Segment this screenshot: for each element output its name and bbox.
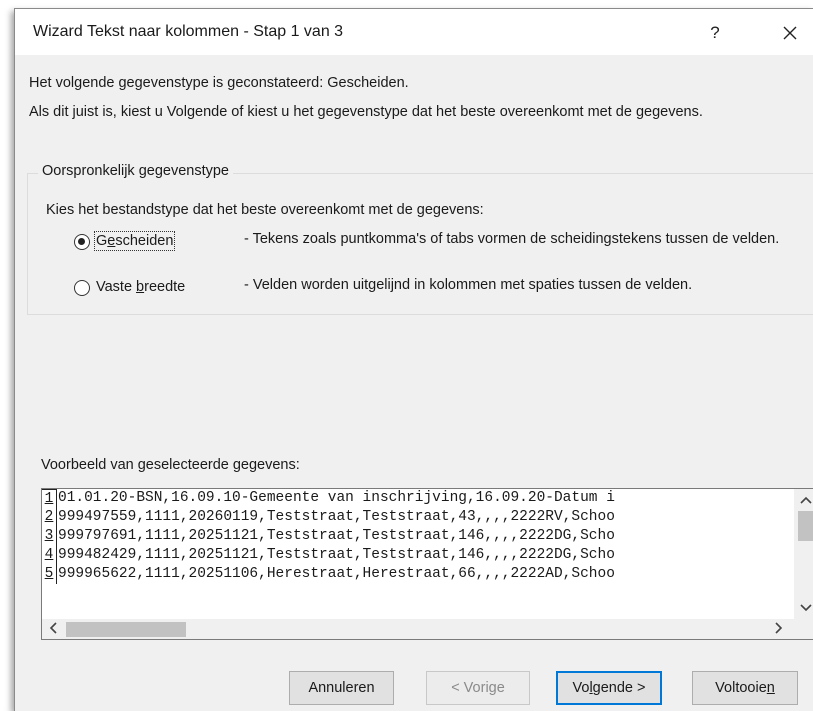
title-bar: Wizard Tekst naar kolommen - Stap 1 van … bbox=[15, 9, 813, 55]
data-preview[interactable]: 1 01.01.20-BSN,16.09.10-Gemeente van insc… bbox=[41, 488, 813, 640]
scroll-left-icon[interactable] bbox=[48, 622, 58, 636]
help-button[interactable]: ? bbox=[695, 19, 735, 47]
line-text: 01.01.20-BSN,16.09.10-Gemeente van insch… bbox=[58, 490, 615, 506]
line-number: 1 bbox=[42, 489, 57, 508]
original-data-type-group: Oorspronkelijk gegevenstype Kies het bes… bbox=[27, 163, 813, 315]
radio-selected-icon bbox=[74, 234, 90, 250]
scroll-up-icon[interactable] bbox=[800, 493, 812, 507]
line-number: 2 bbox=[42, 508, 57, 527]
preview-line: 5 999965622,1111,20251106,Herestraat,Here… bbox=[42, 565, 792, 584]
detected-type-text: Het volgende gegevenstype is geconstatee… bbox=[29, 75, 409, 91]
preview-line: 3 999797691,1111,20251121,Teststraat,Test… bbox=[42, 527, 792, 546]
text-to-columns-dialog: Wizard Tekst naar kolommen - Stap 1 van … bbox=[14, 8, 813, 711]
line-number: 3 bbox=[42, 527, 57, 546]
line-number: 4 bbox=[42, 546, 57, 565]
radio-unselected-icon bbox=[74, 280, 90, 296]
line-text: 999797691,1111,20251121,Teststraat,Tests… bbox=[58, 528, 615, 544]
vertical-scrollbar[interactable] bbox=[794, 489, 813, 619]
scroll-down-icon[interactable] bbox=[800, 601, 812, 615]
preview-line: 1 01.01.20-BSN,16.09.10-Gemeente van insc… bbox=[42, 489, 792, 508]
horizontal-scroll-thumb[interactable] bbox=[66, 622, 186, 637]
vertical-scroll-thumb[interactable] bbox=[798, 511, 813, 541]
window-title: Wizard Tekst naar kolommen - Stap 1 van … bbox=[33, 23, 344, 40]
line-text: 999965622,1111,20251106,Herestraat,Heres… bbox=[58, 566, 615, 582]
next-button[interactable]: Volgende > bbox=[556, 671, 662, 705]
horizontal-scrollbar[interactable] bbox=[42, 619, 813, 639]
close-button[interactable] bbox=[770, 19, 810, 47]
scroll-right-icon[interactable] bbox=[774, 622, 784, 636]
radio-fixed-width-label[interactable]: Vaste breedte bbox=[96, 279, 185, 295]
radio-fixed-width-description: - Velden worden uitgelijnd in kolommen m… bbox=[244, 277, 693, 293]
instruction-text: Als dit juist is, kiest u Volgende of ki… bbox=[29, 104, 703, 120]
finish-button[interactable]: Voltooien bbox=[692, 671, 798, 705]
preview-line: 4 999482429,1111,20251121,Teststraat,Test… bbox=[42, 546, 792, 565]
line-text: 999482429,1111,20251121,Teststraat,Tests… bbox=[58, 547, 615, 563]
line-text: 999497559,1111,20260119,Teststraat,Tests… bbox=[58, 509, 615, 525]
radio-delimited-description: - Tekens zoals puntkomma's of tabs vorme… bbox=[244, 231, 780, 247]
preview-lines: 1 01.01.20-BSN,16.09.10-Gemeente van insc… bbox=[42, 489, 792, 619]
radio-delimited-label[interactable]: Gescheiden bbox=[93, 231, 176, 251]
group-legend: Oorspronkelijk gegevenstype bbox=[38, 163, 233, 179]
back-button[interactable]: < Vorige bbox=[426, 671, 530, 705]
preview-line: 2 999497559,1111,20260119,Teststraat,Test… bbox=[42, 508, 792, 527]
group-prompt: Kies het bestandstype dat het beste over… bbox=[46, 202, 484, 218]
line-number: 5 bbox=[42, 565, 57, 584]
cancel-button[interactable]: Annuleren bbox=[289, 671, 394, 705]
preview-label: Voorbeeld van geselecteerde gegevens: bbox=[41, 457, 300, 473]
close-icon bbox=[783, 26, 797, 40]
